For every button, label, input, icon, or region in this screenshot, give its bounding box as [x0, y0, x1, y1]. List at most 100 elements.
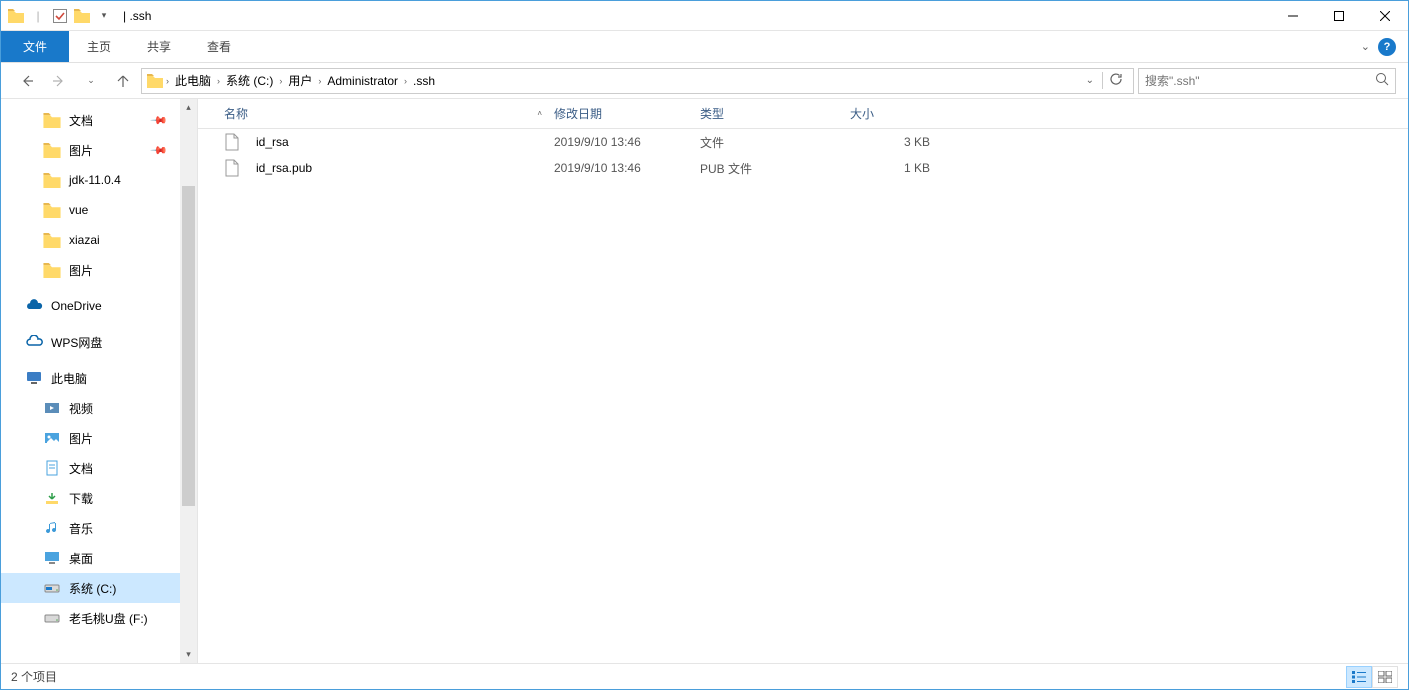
downloads-icon: [43, 489, 61, 507]
column-headers: 名称˄ 修改日期 类型 大小: [198, 99, 1408, 129]
qat-separator-icon: |: [27, 5, 49, 27]
sidebar-item-pc[interactable]: 文档: [1, 453, 180, 483]
sidebar-item-pc[interactable]: 音乐: [1, 513, 180, 543]
breadcrumb-item[interactable]: .ssh: [409, 70, 439, 92]
sidebar-item-pc[interactable]: 桌面: [1, 543, 180, 573]
breadcrumb-item[interactable]: 用户: [284, 70, 316, 92]
file-name: id_rsa: [256, 135, 289, 149]
new-folder-icon[interactable]: [71, 5, 93, 27]
back-button[interactable]: [13, 67, 41, 95]
address-bar[interactable]: › 此电脑 › 系统 (C:) › 用户 › Administrator › .…: [141, 68, 1134, 94]
sidebar-item-quick[interactable]: 图片: [1, 255, 180, 285]
chevron-right-icon[interactable]: ›: [166, 76, 169, 86]
help-icon[interactable]: ?: [1378, 38, 1396, 56]
sidebar-item-label: 音乐: [69, 520, 93, 537]
desktop-icon: [43, 549, 61, 567]
search-icon[interactable]: [1375, 72, 1389, 89]
sidebar-item-quick[interactable]: vue: [1, 195, 180, 225]
col-size[interactable]: 大小: [844, 105, 936, 122]
sidebar-item-label: 下载: [69, 490, 93, 507]
file-row[interactable]: id_rsa.pub2019/9/10 13:46PUB 文件1 KB: [198, 155, 1408, 181]
ribbon-expand-icon[interactable]: ⌄: [1361, 40, 1370, 53]
search-input[interactable]: [1145, 74, 1375, 88]
search-box[interactable]: [1138, 68, 1396, 94]
chevron-right-icon[interactable]: ›: [279, 76, 282, 86]
window-title: | .ssh: [123, 9, 151, 23]
status-bar: 2 个项目: [1, 663, 1408, 689]
file-list: id_rsa2019/9/10 13:46文件3 KBid_rsa.pub201…: [198, 129, 1408, 663]
sidebar-item-quick[interactable]: 文档📌: [1, 105, 180, 135]
tab-file[interactable]: 文件: [1, 31, 69, 62]
computer-icon: [25, 369, 43, 387]
col-name[interactable]: 名称˄: [218, 105, 548, 122]
sidebar-item-label: 此电脑: [51, 370, 87, 387]
sidebar-item-pc[interactable]: 下载: [1, 483, 180, 513]
forward-button[interactable]: [45, 67, 73, 95]
sidebar-item-label: 图片: [69, 430, 93, 447]
close-button[interactable]: [1362, 1, 1408, 31]
sidebar-item-quick[interactable]: 图片📌: [1, 135, 180, 165]
sidebar-item-quick[interactable]: jdk-11.0.4: [1, 165, 180, 195]
folder-icon: [43, 231, 61, 249]
refresh-button[interactable]: [1102, 72, 1129, 89]
minimize-button[interactable]: [1270, 1, 1316, 31]
folder-icon: [43, 141, 61, 159]
up-button[interactable]: [109, 67, 137, 95]
recent-dropdown-icon[interactable]: ⌄: [77, 67, 105, 95]
col-date[interactable]: 修改日期: [548, 105, 694, 122]
scroll-track[interactable]: [180, 116, 197, 646]
quick-access-toolbar: | ▾: [1, 5, 119, 27]
sort-indicator-icon: ˄: [537, 109, 542, 118]
video-icon: [43, 399, 61, 417]
scroll-thumb[interactable]: [182, 186, 195, 506]
folder-icon: [43, 261, 61, 279]
sidebar-item-label: 图片: [69, 262, 93, 279]
sidebar-item-wps[interactable]: WPS网盘: [1, 327, 180, 357]
music-icon: [43, 519, 61, 537]
col-type[interactable]: 类型: [694, 105, 844, 122]
status-text: 2 个项目: [11, 668, 57, 685]
address-row: ⌄ › 此电脑 › 系统 (C:) › 用户 › Administrator ›…: [1, 63, 1408, 99]
sidebar-item-pc[interactable]: 系统 (C:): [1, 573, 180, 603]
file-icon: [224, 132, 240, 152]
breadcrumb-label: 用户: [288, 72, 312, 89]
file-size: 1 KB: [844, 161, 936, 175]
sidebar-item-pc[interactable]: 图片: [1, 423, 180, 453]
sidebar-item-label: 文档: [69, 112, 93, 129]
breadcrumb-item[interactable]: 此电脑: [171, 70, 215, 92]
window-controls: [1270, 1, 1408, 31]
thumbnails-view-button[interactable]: [1372, 666, 1398, 688]
maximize-button[interactable]: [1316, 1, 1362, 31]
docs-icon: [43, 459, 61, 477]
file-row[interactable]: id_rsa2019/9/10 13:46文件3 KB: [198, 129, 1408, 155]
qat-dropdown-icon[interactable]: ▾: [93, 5, 115, 27]
scroll-up-icon[interactable]: ▴: [180, 99, 197, 116]
breadcrumb-item[interactable]: Administrator: [323, 70, 402, 92]
scroll-down-icon[interactable]: ▾: [180, 646, 197, 663]
pictures-icon: [43, 429, 61, 447]
sidebar-item-onedrive[interactable]: OneDrive: [1, 291, 180, 321]
details-view-button[interactable]: [1346, 666, 1372, 688]
sidebar-item-quick[interactable]: xiazai: [1, 225, 180, 255]
cloud-icon: [25, 333, 43, 351]
chevron-right-icon[interactable]: ›: [404, 76, 407, 86]
sidebar-item-label: 文档: [69, 460, 93, 477]
sidebar-item-thispc[interactable]: 此电脑: [1, 363, 180, 393]
sidebar-item-pc[interactable]: 老毛桃U盘 (F:): [1, 603, 180, 633]
tab-share[interactable]: 共享: [129, 31, 189, 62]
sidebar-item-label: vue: [69, 203, 88, 217]
properties-checkbox-icon[interactable]: [49, 5, 71, 27]
folder-icon: [5, 5, 27, 27]
folder-icon: [43, 171, 61, 189]
tab-view[interactable]: 查看: [189, 31, 249, 62]
sidebar-item-pc[interactable]: 视频: [1, 393, 180, 423]
file-icon: [224, 158, 240, 178]
sidebar-item-label: jdk-11.0.4: [69, 173, 121, 187]
address-dropdown-icon[interactable]: ⌄: [1080, 75, 1100, 86]
breadcrumb-item[interactable]: 系统 (C:): [222, 70, 277, 92]
title-bar: | ▾ | .ssh: [1, 1, 1408, 31]
chevron-right-icon[interactable]: ›: [217, 76, 220, 86]
tab-home[interactable]: 主页: [69, 31, 129, 62]
chevron-right-icon[interactable]: ›: [318, 76, 321, 86]
sidebar-scrollbar[interactable]: ▴ ▾: [180, 99, 197, 663]
